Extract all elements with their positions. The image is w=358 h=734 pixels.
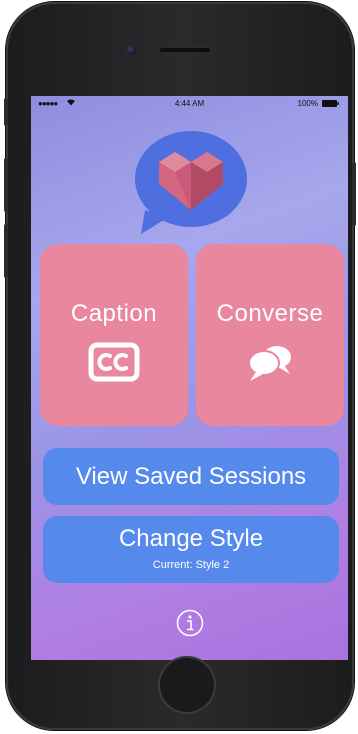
power-button	[352, 162, 356, 226]
front-camera	[126, 45, 136, 55]
change-style-button[interactable]: Change Style Current: Style 2	[43, 516, 339, 583]
battery-percentage: 100%	[297, 99, 318, 108]
converse-tile[interactable]: Converse	[196, 244, 344, 426]
closed-caption-icon	[88, 342, 140, 382]
status-bar: ●●●●● 4:44 AM 100%	[31, 96, 348, 112]
caption-tile[interactable]: Caption	[40, 244, 188, 426]
phone-frame: ●●●●● 4:44 AM 100% Caption Converse View…	[4, 2, 356, 730]
mute-switch	[4, 98, 8, 126]
home-button[interactable]	[158, 656, 216, 714]
info-icon[interactable]	[176, 609, 204, 637]
volume-down-button	[4, 224, 8, 278]
earpiece-speaker	[159, 47, 211, 53]
caption-label: Caption	[70, 300, 158, 327]
view-saved-sessions-button[interactable]: View Saved Sessions	[43, 448, 339, 505]
chat-bubbles-icon	[248, 346, 291, 381]
converse-label: Converse	[216, 300, 324, 327]
app-screen: ●●●●● 4:44 AM 100% Caption Converse View…	[31, 96, 348, 660]
view-saved-sessions-label: View Saved Sessions	[75, 463, 307, 490]
volume-up-button	[4, 158, 8, 212]
battery-icon	[322, 100, 339, 107]
heart-speech-bubble-icon	[135, 131, 247, 234]
current-style-label: Current: Style 2	[152, 559, 230, 571]
change-style-label: Change Style	[118, 525, 264, 552]
